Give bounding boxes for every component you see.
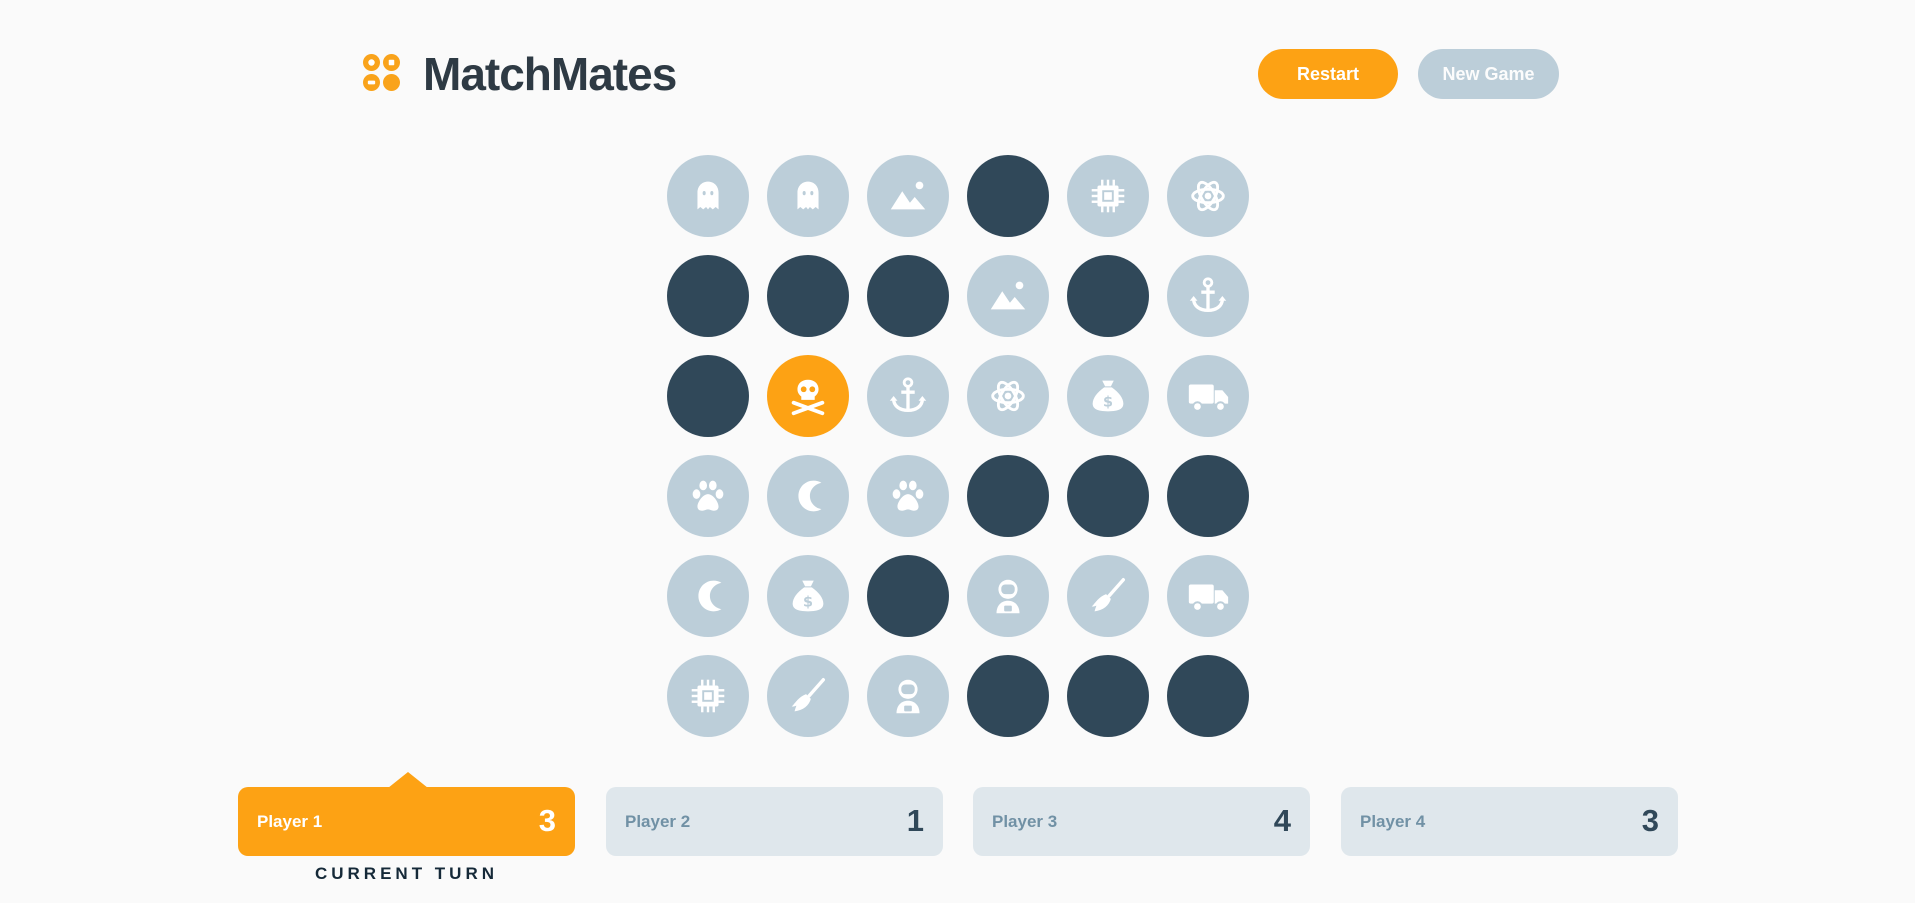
paw-icon <box>685 473 731 519</box>
tile-hidden[interactable] <box>1067 255 1149 337</box>
tile-revealed[interactable] <box>1167 355 1249 437</box>
atom-icon <box>985 373 1031 419</box>
tile-revealed[interactable] <box>1167 255 1249 337</box>
mountain-icon <box>885 173 931 219</box>
player-card-2: Player 2 1 <box>606 787 943 856</box>
player-card-3: Player 3 4 <box>973 787 1310 856</box>
astronaut-icon <box>985 573 1031 619</box>
svg-text:$: $ <box>803 595 813 611</box>
tile-revealed[interactable] <box>1167 155 1249 237</box>
truck-icon <box>1185 373 1231 419</box>
player-name: Player 3 <box>992 812 1058 831</box>
tile-hidden[interactable] <box>767 255 849 337</box>
tile-hidden[interactable] <box>1067 455 1149 537</box>
tile-hidden[interactable] <box>667 255 749 337</box>
chip-icon <box>1085 173 1131 219</box>
tile-revealed[interactable] <box>867 355 949 437</box>
tile-hidden[interactable] <box>1067 655 1149 737</box>
astronaut-icon <box>885 673 931 719</box>
tile-revealed[interactable] <box>1067 555 1149 637</box>
tile-hidden[interactable] <box>967 155 1049 237</box>
player-scoreboard: Player 1 3 CURRENT TURN Player 2 1 Playe… <box>238 772 1678 897</box>
tile-revealed[interactable] <box>767 455 849 537</box>
money-bag-icon: $ <box>785 573 831 619</box>
tile-hidden[interactable] <box>667 355 749 437</box>
restart-button[interactable]: Restart <box>1258 49 1398 99</box>
tile-selected[interactable] <box>767 355 849 437</box>
broom-icon <box>1085 573 1131 619</box>
moon-icon <box>685 573 731 619</box>
tile-revealed[interactable] <box>667 655 749 737</box>
tile-revealed[interactable] <box>867 455 949 537</box>
chip-icon <box>685 673 731 719</box>
tile-hidden[interactable] <box>867 255 949 337</box>
truck-icon <box>1185 573 1231 619</box>
tile-revealed[interactable] <box>867 655 949 737</box>
player-score: 3 <box>538 803 556 838</box>
broom-icon <box>785 673 831 719</box>
player-score: 1 <box>906 803 924 838</box>
tile-revealed[interactable] <box>1067 155 1149 237</box>
tile-hidden[interactable] <box>1167 455 1249 537</box>
paw-icon <box>885 473 931 519</box>
anchor-icon <box>885 373 931 419</box>
skull-icon <box>785 373 831 419</box>
player-score: 3 <box>1641 803 1659 838</box>
game-board: $ $ <box>667 155 1249 737</box>
moon-icon <box>785 473 831 519</box>
new-game-button[interactable]: New Game <box>1418 49 1559 99</box>
tile-revealed[interactable] <box>967 555 1049 637</box>
tile-hidden[interactable] <box>967 655 1049 737</box>
tile-hidden[interactable] <box>967 455 1049 537</box>
tile-revealed[interactable]: $ <box>1067 355 1149 437</box>
tile-revealed[interactable] <box>967 255 1049 337</box>
tile-revealed[interactable] <box>667 455 749 537</box>
tile-revealed[interactable] <box>667 155 749 237</box>
tile-hidden[interactable] <box>867 555 949 637</box>
mountain-icon <box>985 273 1031 319</box>
tile-hidden[interactable] <box>1167 655 1249 737</box>
player-card-4: Player 4 3 <box>1341 787 1678 856</box>
app-title: MatchMates <box>423 48 677 100</box>
logo-icon <box>363 54 401 92</box>
header: MatchMates Restart New Game <box>363 48 1559 100</box>
svg-text:$: $ <box>1103 395 1113 411</box>
player-score: 4 <box>1273 803 1291 838</box>
money-bag-icon: $ <box>1085 373 1131 419</box>
tile-revealed[interactable]: $ <box>767 555 849 637</box>
ghost-icon <box>785 173 831 219</box>
player-name: Player 4 <box>1360 812 1426 831</box>
player-card-1: Player 1 3 CURRENT TURN <box>238 772 575 883</box>
tile-revealed[interactable] <box>867 155 949 237</box>
atom-icon <box>1185 173 1231 219</box>
player-name: Player 1 <box>257 812 323 831</box>
player-name: Player 2 <box>625 812 691 831</box>
tile-revealed[interactable] <box>667 555 749 637</box>
tile-revealed[interactable] <box>967 355 1049 437</box>
anchor-icon <box>1185 273 1231 319</box>
tile-revealed[interactable] <box>767 155 849 237</box>
tile-revealed[interactable] <box>767 655 849 737</box>
current-turn-label: CURRENT TURN <box>314 864 499 883</box>
current-turn-arrow <box>388 772 428 788</box>
ghost-icon <box>685 173 731 219</box>
tile-revealed[interactable] <box>1167 555 1249 637</box>
